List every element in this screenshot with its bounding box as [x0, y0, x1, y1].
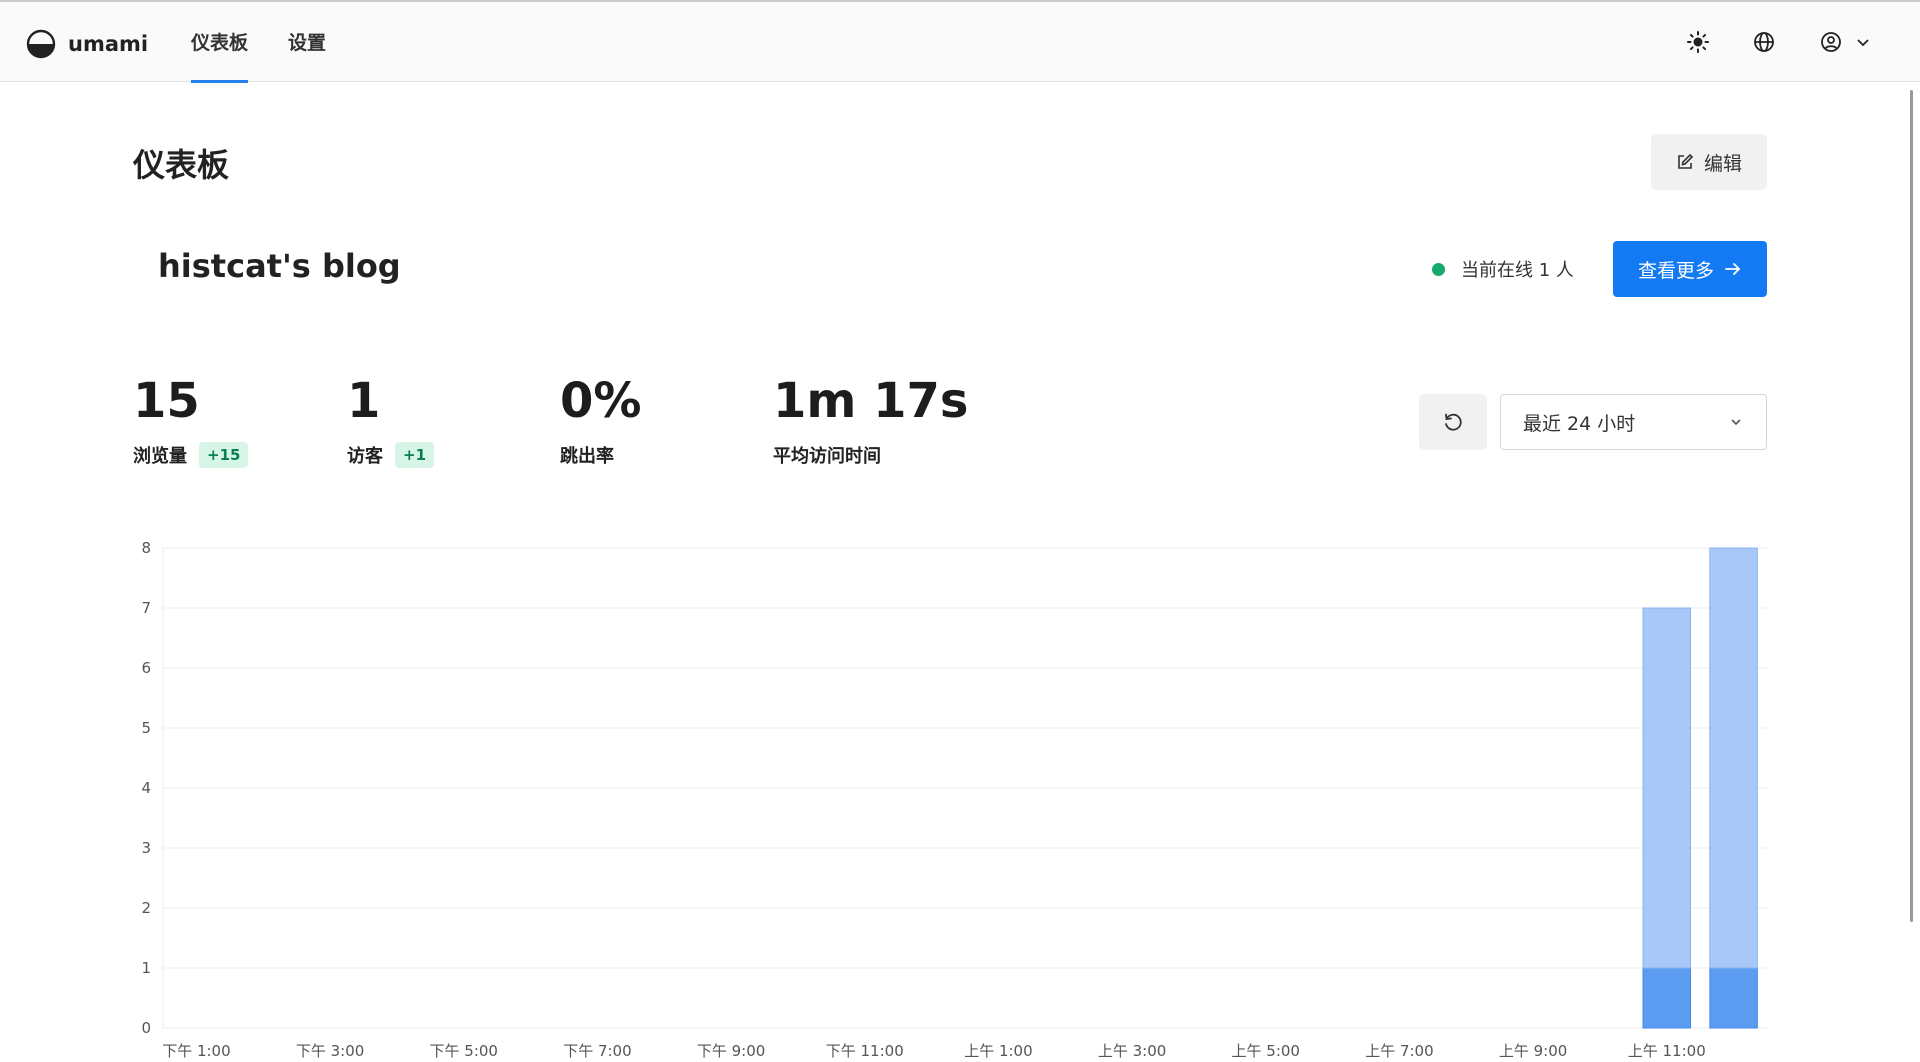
- y-tick-label: 8: [141, 539, 151, 557]
- metric-label: 访客: [347, 446, 383, 467]
- chart-bar: [1709, 547, 1758, 969]
- x-tick-label: 上午 3:00: [1098, 1042, 1166, 1060]
- y-tick-label: 6: [141, 659, 151, 677]
- logo-text: umami: [68, 32, 149, 56]
- date-range-value: 最近 24 小时: [1523, 412, 1636, 435]
- y-tick-label: 2: [141, 899, 151, 917]
- online-indicator: 当前在线 1 人: [1432, 256, 1574, 282]
- x-tick-label: 下午 1:00: [162, 1042, 230, 1060]
- metric-pageviews: 15 浏览量 +15: [133, 372, 249, 468]
- logo[interactable]: umami: [26, 29, 148, 59]
- chevron-down-icon[interactable]: [1851, 30, 1875, 54]
- x-tick-label: 上午 11:00: [1628, 1042, 1706, 1060]
- site-name[interactable]: histcat's blog: [158, 247, 401, 285]
- pageviews-bar-chart: 0 1 2 3 4 5 6 7 8 下午 1:00 下午 3:00 下午 5:00 下午 7:00 下午 …: [141, 539, 1767, 1060]
- sun-icon[interactable]: [1686, 30, 1710, 54]
- y-tick-label: 4: [141, 779, 151, 797]
- edit-button-label: 编辑: [1703, 153, 1742, 175]
- metric-visitors: 1 访客 +1: [347, 372, 435, 468]
- metric-value: 0%: [560, 373, 642, 429]
- change-badge: +1: [395, 442, 435, 468]
- change-badge: +15: [199, 442, 249, 468]
- edit-icon: [1678, 153, 1694, 169]
- x-tick-label: 上午 7:00: [1365, 1042, 1433, 1060]
- view-more-label: 查看更多: [1637, 260, 1714, 282]
- chart-bar: [1709, 967, 1758, 1029]
- x-tick-label: 下午 5:00: [430, 1042, 498, 1060]
- refresh-button[interactable]: [1419, 394, 1487, 450]
- arrow-right-icon: [1725, 263, 1741, 275]
- tab-dashboard[interactable]: 仪表板: [191, 28, 249, 83]
- x-tick-label: 上午 9:00: [1499, 1042, 1567, 1060]
- metric-value: 1: [347, 373, 381, 429]
- user-circle-icon[interactable]: [1819, 30, 1843, 54]
- view-more-button[interactable]: 查看更多: [1613, 241, 1767, 297]
- metric-value: 1m 17s: [773, 373, 969, 429]
- x-tick-label: 上午 5:00: [1232, 1042, 1300, 1060]
- x-tick-label: 下午 9:00: [697, 1042, 765, 1060]
- metric-average-visit-time: 1m 17s 平均访问时间: [773, 372, 969, 468]
- chart-bar: [1642, 607, 1691, 969]
- umami-logo-icon: [26, 29, 56, 59]
- online-text: 当前在线 1 人: [1461, 260, 1574, 281]
- x-tick-label: 下午 3:00: [296, 1042, 364, 1060]
- refresh-icon: [1445, 413, 1462, 431]
- online-dot-icon: [1432, 262, 1445, 276]
- date-range-select[interactable]: 最近 24 小时: [1500, 394, 1767, 450]
- globe-icon[interactable]: [1752, 30, 1776, 54]
- metric-label: 平均访问时间: [773, 446, 881, 467]
- tab-settings[interactable]: 设置: [288, 28, 326, 55]
- y-tick-label: 1: [141, 959, 151, 977]
- y-tick-label: 5: [141, 719, 151, 737]
- chevron-down-icon: [1731, 419, 1741, 426]
- y-tick-label: 3: [141, 839, 151, 857]
- page-title: 仪表板: [133, 146, 230, 184]
- metric-value: 15: [133, 373, 200, 429]
- y-tick-label: 7: [141, 599, 151, 617]
- metric-bounce-rate: 0% 跳出率: [560, 372, 642, 468]
- edit-button[interactable]: 编辑: [1651, 134, 1767, 190]
- y-tick-label: 0: [141, 1019, 151, 1037]
- x-tick-label: 下午 7:00: [563, 1042, 631, 1060]
- metric-label: 跳出率: [560, 446, 614, 467]
- x-tick-label: 上午 1:00: [964, 1042, 1032, 1060]
- top-navigation-bar: umami 仪表板 设置: [0, 0, 1920, 83]
- scrollbar[interactable]: [1910, 90, 1913, 922]
- x-tick-label: 下午 11:00: [826, 1042, 904, 1060]
- metric-label: 浏览量: [133, 446, 187, 467]
- chart-bar: [1642, 967, 1691, 1029]
